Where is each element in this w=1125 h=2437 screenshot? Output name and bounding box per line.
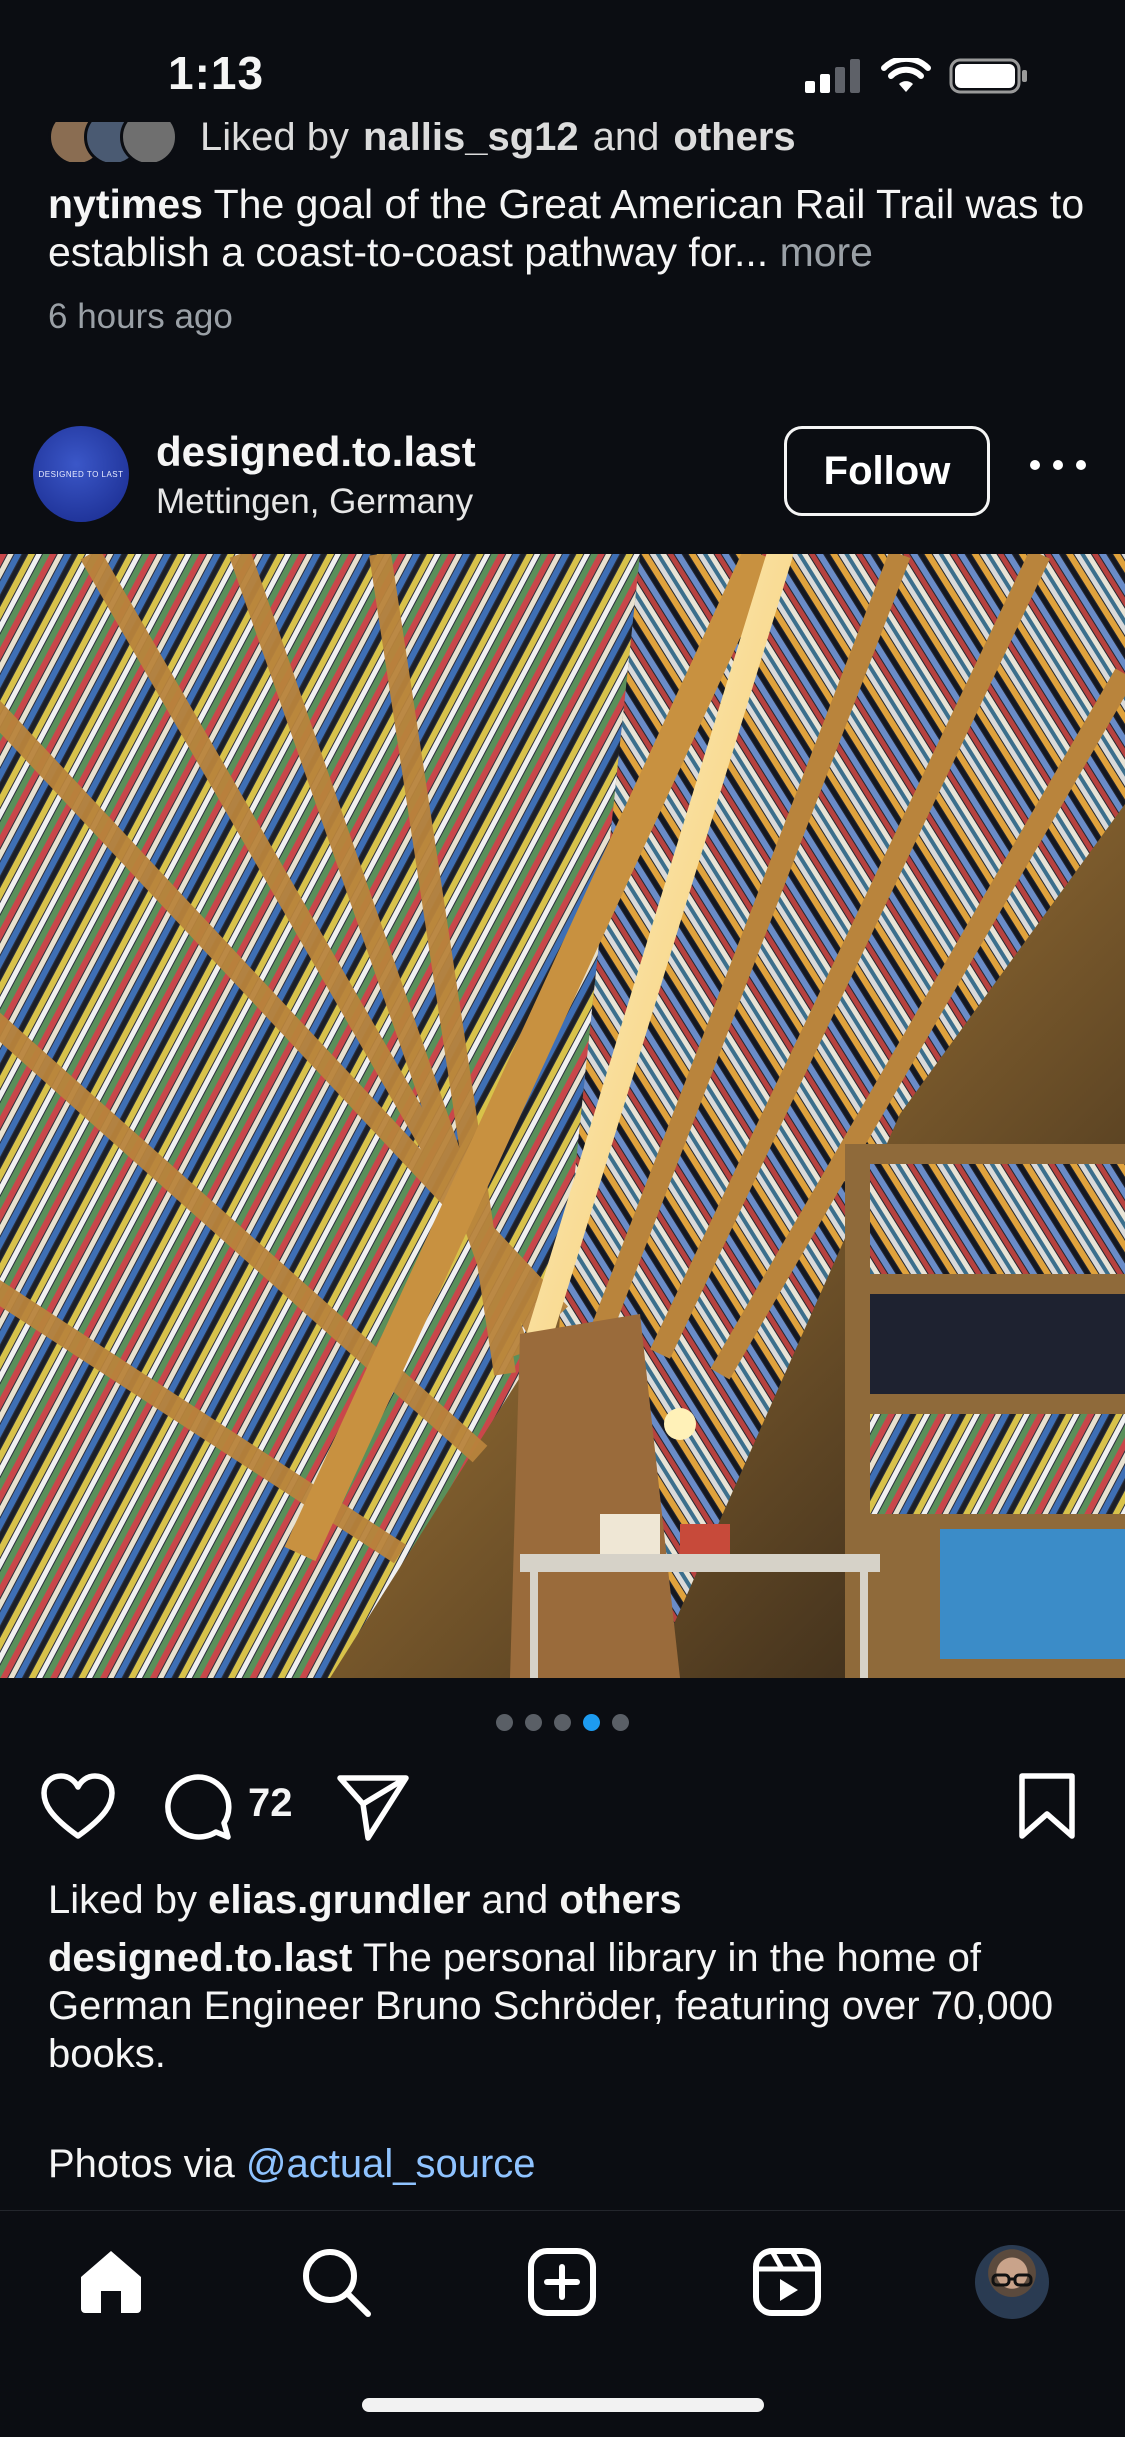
liked-by-and: and: [481, 1878, 549, 1922]
reels-icon[interactable]: [748, 2243, 826, 2321]
bookmark-icon[interactable]: [1016, 1772, 1078, 1847]
liked-by-others[interactable]: others: [559, 1878, 681, 1922]
more-options-icon[interactable]: [1030, 455, 1086, 475]
carousel-dot: [525, 1714, 542, 1731]
liked-by-prefix: Liked by: [200, 122, 349, 159]
previous-post-liked-by: Liked by nallis_sg12 and others: [48, 122, 948, 162]
status-time: 1:13: [168, 47, 265, 99]
liked-by-user[interactable]: nallis_sg12: [363, 122, 579, 160]
profile-avatar[interactable]: [973, 2243, 1051, 2321]
carousel-dot: [612, 1714, 629, 1731]
avatar-logo-text: DESIGNED TO LAST: [38, 469, 124, 479]
carousel-indicator: [0, 1714, 1125, 1731]
post-username[interactable]: designed.to.last: [156, 428, 476, 476]
search-icon[interactable]: [297, 2243, 375, 2321]
caption-username[interactable]: designed.to.last: [48, 1936, 353, 1980]
follow-button[interactable]: Follow: [784, 426, 990, 516]
photos-via-prefix: Photos via: [48, 2142, 235, 2186]
more-link[interactable]: more: [780, 229, 873, 275]
post-location[interactable]: Mettingen, Germany: [156, 482, 473, 522]
previous-post-timestamp: 6 hours ago: [48, 297, 233, 336]
liked-by-others[interactable]: others: [673, 122, 795, 160]
liker-avatar: [120, 122, 178, 162]
liked-by-and: and: [592, 122, 660, 159]
home-indicator: [362, 2398, 764, 2412]
heart-icon[interactable]: [40, 1772, 116, 1847]
carousel-dot-active: [583, 1714, 600, 1731]
carousel-dot: [554, 1714, 571, 1731]
photos-via: Photos via @actual_source: [48, 2142, 536, 2187]
previous-post-caption: nytimes The goal of the Great American R…: [48, 180, 1088, 276]
home-icon[interactable]: [72, 2243, 150, 2321]
comment-bubble-icon[interactable]: [162, 1772, 234, 1847]
wifi-icon: [881, 58, 931, 92]
battery-icon: [949, 58, 1027, 94]
paper-plane-icon[interactable]: [336, 1772, 410, 1847]
liked-by: Liked by elias.grundler and others: [48, 1878, 682, 1923]
comment-count[interactable]: 72: [248, 1781, 293, 1826]
mention-link[interactable]: @actual_source: [246, 2142, 536, 2186]
liked-by-user[interactable]: elias.grundler: [208, 1878, 470, 1922]
post-photo[interactable]: [0, 554, 1125, 1678]
plus-square-icon[interactable]: [523, 2243, 601, 2321]
previous-post-username[interactable]: nytimes: [48, 181, 203, 227]
cellular-signal-icon: [805, 59, 860, 93]
previous-post-caption-text: The goal of the Great American Rail Trai…: [48, 181, 1085, 275]
library-attic-photo: [0, 554, 1125, 1678]
liked-by-prefix: Liked by: [48, 1878, 197, 1922]
carousel-dot: [496, 1714, 513, 1731]
post-caption: designed.to.last The personal library in…: [48, 1934, 1088, 2078]
post-author-avatar[interactable]: DESIGNED TO LAST: [33, 426, 129, 522]
status-icons: [805, 58, 1029, 94]
